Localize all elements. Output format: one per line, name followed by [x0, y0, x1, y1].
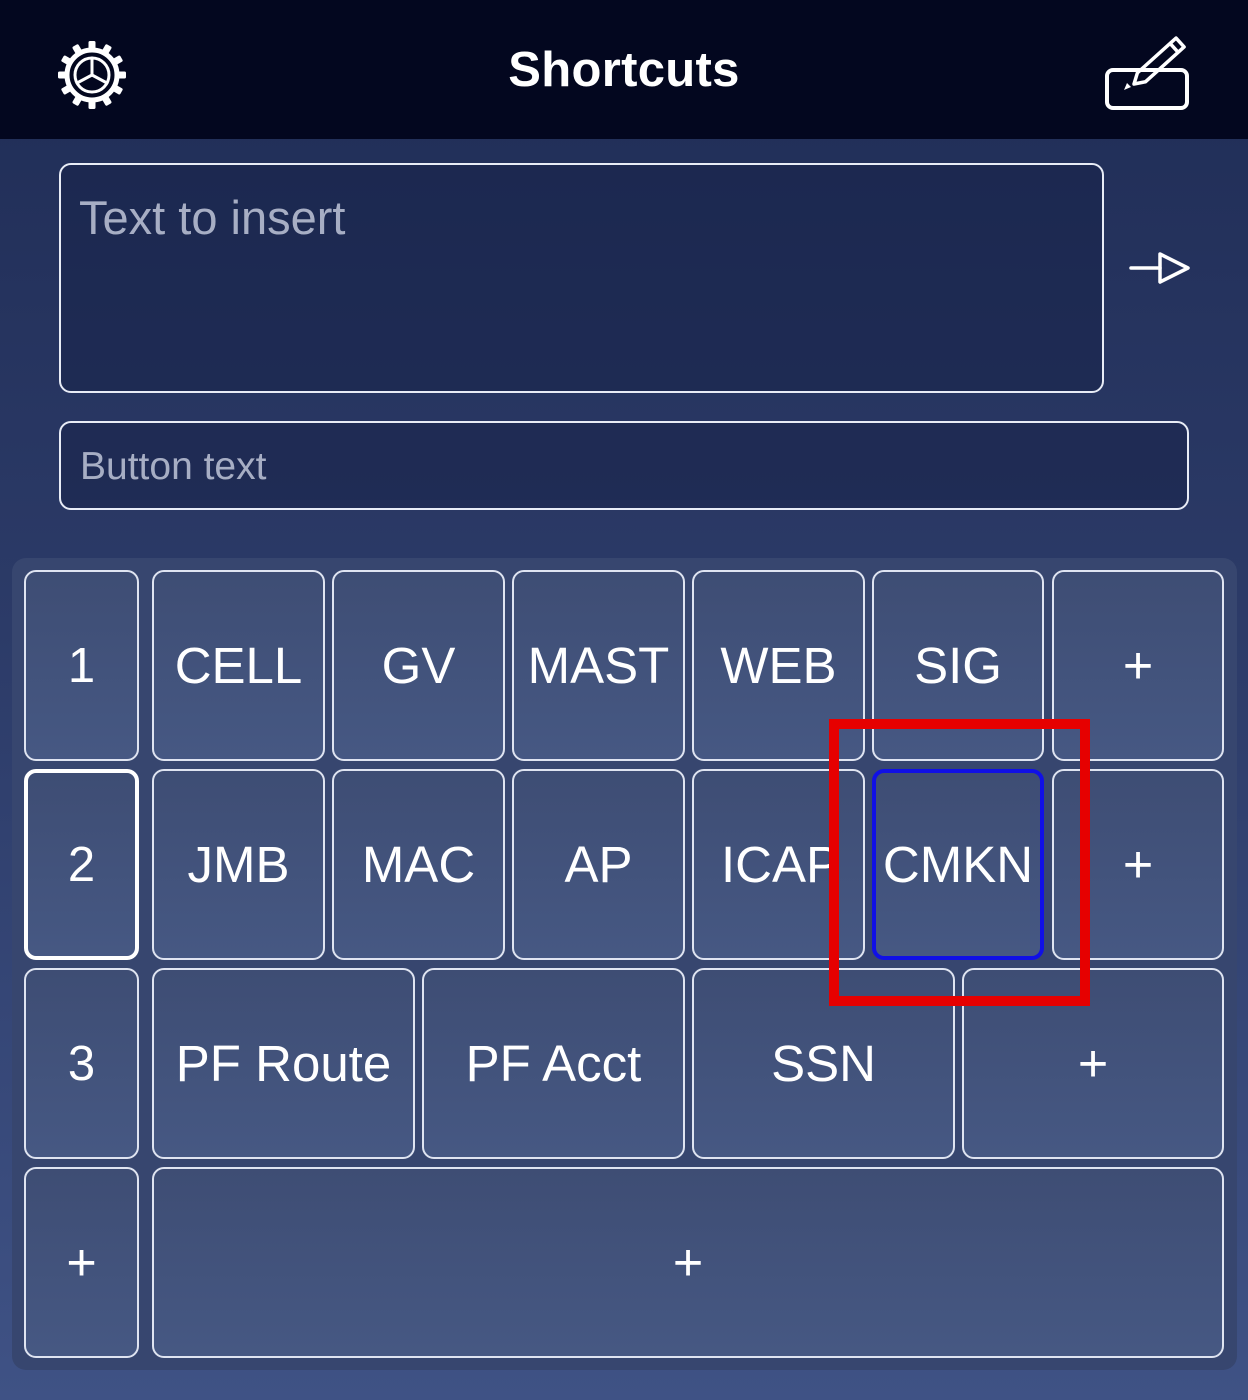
shortcut-pf-acct-button[interactable]: PF Acct [422, 968, 685, 1159]
row-2-add-button[interactable]: + [1052, 769, 1224, 960]
add-row-button[interactable]: + [24, 1167, 139, 1358]
insert-button[interactable] [1128, 250, 1192, 286]
row-3-label-button[interactable]: 3 [24, 968, 139, 1159]
shortcut-pf-route-button[interactable]: PF Route [152, 968, 415, 1159]
shortcut-cell-button[interactable]: CELL [152, 570, 325, 761]
shortcut-gv-button[interactable]: GV [332, 570, 505, 761]
row-1-add-button[interactable]: + [1052, 570, 1224, 761]
navigation-bar: Shortcuts [0, 0, 1248, 139]
row-3-add-button[interactable]: + [962, 968, 1224, 1159]
text-to-insert-placeholder: Text to insert [79, 191, 346, 244]
row-4-add-button[interactable]: + [152, 1167, 1224, 1358]
shortcut-mac-button[interactable]: MAC [332, 769, 505, 960]
row-2-label-button[interactable]: 2 [24, 769, 139, 960]
row-1-label-button[interactable]: 1 [24, 570, 139, 761]
shortcut-ssn-button[interactable]: SSN [692, 968, 955, 1159]
button-text-field[interactable]: Button text [59, 421, 1189, 510]
text-to-insert-field[interactable]: Text to insert [59, 163, 1104, 393]
shortcut-icap-button[interactable]: ICAP [692, 769, 865, 960]
shortcut-sig-button[interactable]: SIG [872, 570, 1044, 761]
shortcut-web-button[interactable]: WEB [692, 570, 865, 761]
shortcut-mast-button[interactable]: MAST [512, 570, 685, 761]
page-title: Shortcuts [508, 43, 740, 97]
edit-button[interactable] [1104, 32, 1192, 112]
shortcut-ap-button[interactable]: AP [512, 769, 685, 960]
pencil-edit-icon [1105, 36, 1189, 110]
shortcut-jmb-button[interactable]: JMB [152, 769, 325, 960]
arrow-right-icon [1129, 252, 1190, 284]
button-text-placeholder: Button text [80, 445, 267, 488]
shortcut-cmkn-button[interactable]: CMKN [872, 769, 1044, 960]
